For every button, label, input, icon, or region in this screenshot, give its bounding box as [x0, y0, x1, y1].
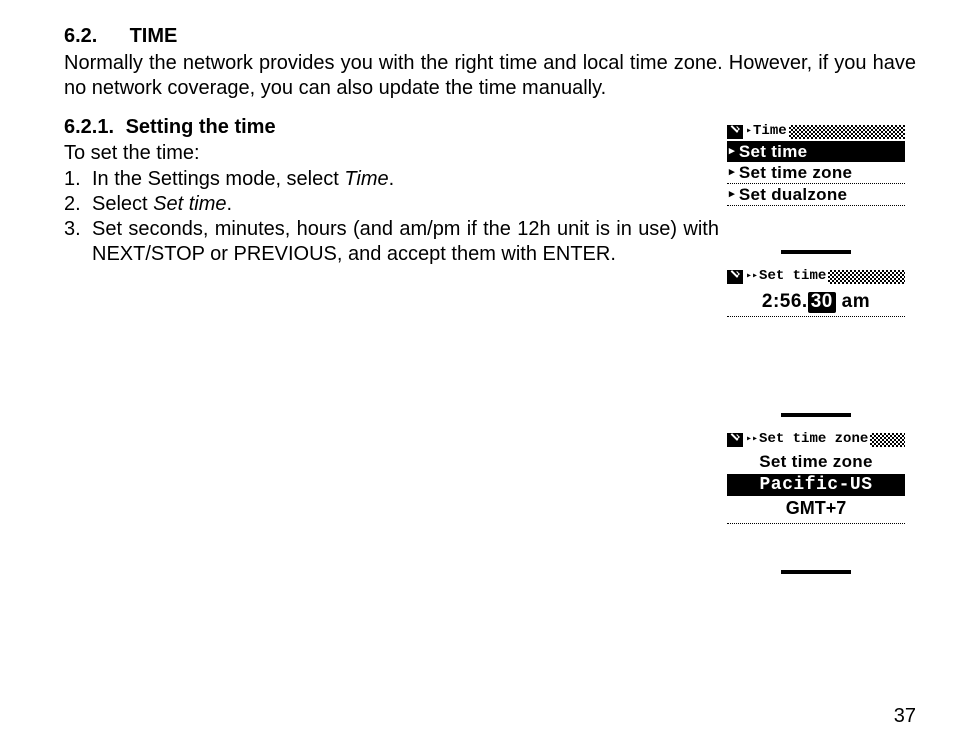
header-shading [870, 433, 905, 447]
timezone-title: Set time zone [727, 449, 905, 474]
step-body: Select Set time. [92, 192, 719, 217]
dotted-divider [727, 316, 905, 317]
screen-title: Time [753, 123, 787, 141]
device-screen-time-menu: ▸ Time ▸ Set time ▸ Set time zone ▸ Set … [727, 123, 905, 254]
page-number: 37 [894, 704, 916, 729]
wrench-icon [727, 270, 743, 284]
menu-item-label: Set time [739, 141, 808, 162]
chevron-right-icon: ▸ [745, 126, 753, 139]
text-column: 6.2.1. Setting the time To set the time:… [64, 115, 727, 588]
step-number: 1. [64, 167, 92, 192]
figure-column: ▸ Time ▸ Set time ▸ Set time zone ▸ Set … [727, 123, 911, 588]
chevron-right-icon: ▸▸ [745, 434, 759, 447]
time-seconds-selected: 30 [808, 292, 836, 313]
caret-icon: ▸ [729, 189, 735, 200]
step-body: Set seconds, minutes, hours (and am/pm i… [92, 217, 719, 267]
timezone-selected: Pacific-US [727, 474, 905, 496]
subsection-lead: To set the time: [64, 141, 719, 166]
menu-item-set-time-zone: ▸ Set time zone [727, 162, 905, 184]
steps-list: 1. In the Settings mode, select Time. 2.… [64, 167, 719, 267]
screen-bottom-bar [781, 413, 851, 417]
step-body: In the Settings mode, select Time. [92, 167, 719, 192]
section-number: 6.2. [64, 24, 124, 49]
step-item: 3. Set seconds, minutes, hours (and am/p… [64, 217, 719, 267]
subsection-title: Setting the time [126, 116, 276, 138]
step-number: 3. [64, 217, 92, 267]
screen-title: Set time [759, 268, 826, 286]
step-item: 1. In the Settings mode, select Time. [64, 167, 719, 192]
screen-title: Set time zone [759, 431, 868, 449]
menu-item-set-time: ▸ Set time [727, 141, 905, 162]
wrench-icon [727, 433, 743, 447]
menu-item-set-dualzone: ▸ Set dualzone [727, 184, 905, 206]
menu-item-label: Set time zone [739, 162, 852, 183]
step-item: 2. Select Set time. [64, 192, 719, 217]
header-shading [789, 125, 905, 139]
device-screen-set-timezone: ▸▸ Set time zone Set time zone Pacific-U… [727, 431, 905, 574]
section-heading: 6.2. TIME [64, 24, 916, 49]
section-title: TIME [130, 25, 178, 47]
caret-icon: ▸ [729, 167, 735, 178]
screen-header: ▸ Time [727, 123, 905, 141]
time-value-row: 2:56.30 am [727, 286, 905, 316]
screen-header: ▸▸ Set time zone [727, 431, 905, 449]
step-number: 2. [64, 192, 92, 217]
time-hours-minutes: 2:56. [762, 291, 808, 312]
manual-page: 6.2. TIME Normally the network provides … [0, 0, 954, 755]
device-screen-set-time: ▸▸ Set time 2:56.30 am [727, 268, 905, 417]
caret-icon: ▸ [729, 146, 735, 157]
wrench-icon [727, 125, 743, 139]
dotted-divider [727, 523, 905, 524]
chevron-right-icon: ▸▸ [745, 271, 759, 284]
subsection-number: 6.2.1. [64, 115, 120, 140]
time-ampm: am [836, 291, 870, 312]
screen-header: ▸▸ Set time [727, 268, 905, 286]
screen-bottom-bar [781, 250, 851, 254]
menu-item-label: Set dualzone [739, 184, 847, 205]
section-intro: Normally the network provides you with t… [64, 51, 916, 101]
timezone-below: GMT+7 [727, 496, 905, 523]
header-shading [828, 270, 905, 284]
subsection-heading: 6.2.1. Setting the time [64, 115, 719, 140]
screen-bottom-bar [781, 570, 851, 574]
